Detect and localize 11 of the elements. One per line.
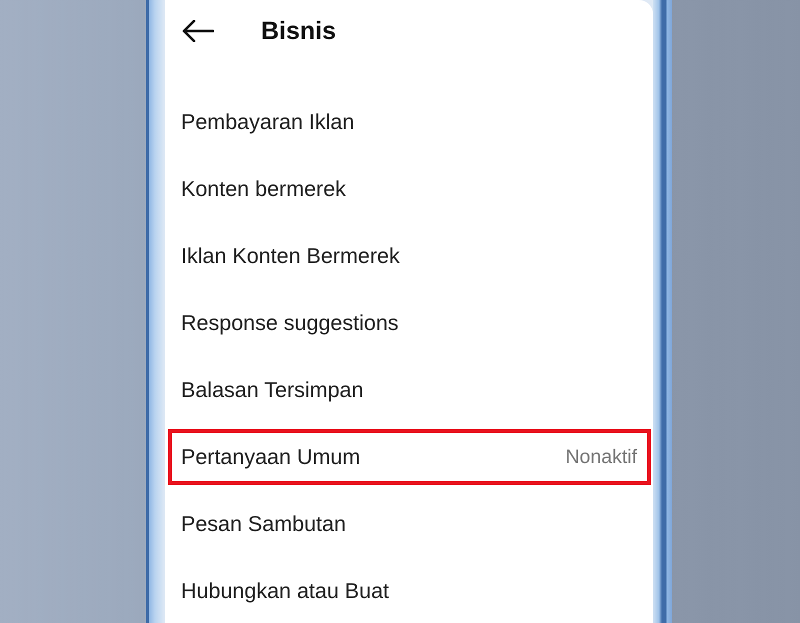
page-title: Bisnis [261,16,336,46]
menu-item[interactable]: Pesan Sambutan [168,496,651,552]
menu-item[interactable]: Pembayaran Iklan [168,94,651,150]
menu-item[interactable]: Konten bermerek [168,161,651,217]
menu-item[interactable]: Iklan Konten Bermerek [168,228,651,284]
menu-item[interactable]: Pertanyaan Umum Nonaktif [168,429,651,485]
menu-item[interactable]: Hubungkan atau Buat [168,563,651,619]
status-text: Nonaktif [565,446,637,468]
menu-item[interactable]: Response suggestions [168,295,651,351]
back-arrow-icon[interactable] [182,20,214,42]
menu-item[interactable]: Balasan Tersimpan [168,362,651,418]
